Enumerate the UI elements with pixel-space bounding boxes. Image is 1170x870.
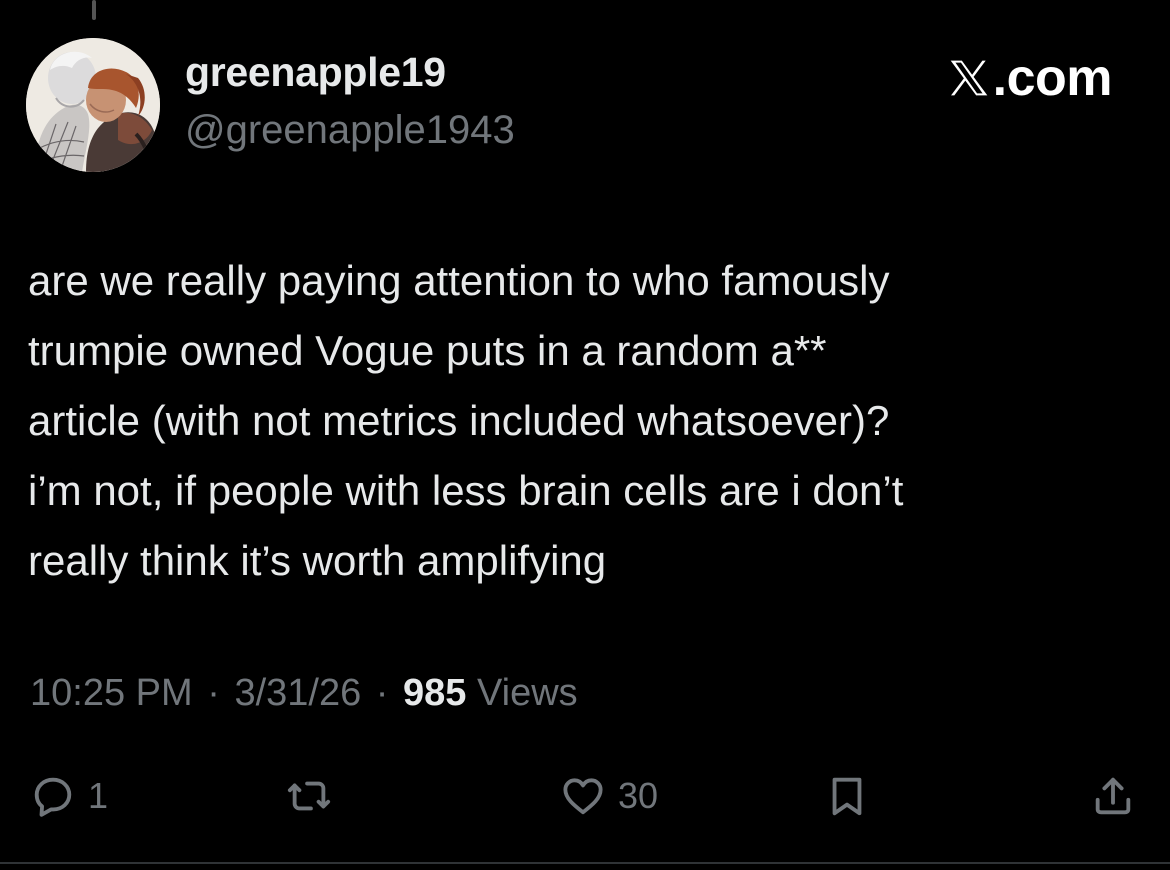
avatar-illustration xyxy=(26,38,160,172)
views-label[interactable]: Views xyxy=(477,672,578,714)
tweet-line: i’m not, if people with less brain cells… xyxy=(28,467,904,514)
reply-icon xyxy=(34,777,72,817)
reply-count: 1 xyxy=(88,775,109,816)
retweet-icon xyxy=(287,781,331,811)
x-logo-icon xyxy=(950,60,987,96)
bookmark-icon xyxy=(832,777,862,816)
heart-icon xyxy=(563,778,603,815)
tweet-action-bar: 1 30 xyxy=(0,764,1170,828)
tweet-line: are we really paying attention to who fa… xyxy=(28,257,890,304)
share-icon xyxy=(1095,777,1131,815)
like-count: 30 xyxy=(618,775,659,816)
tweet-body: are we really paying attention to who fa… xyxy=(28,246,1148,596)
reply-button[interactable]: 1 xyxy=(30,764,108,828)
avatar[interactable] xyxy=(26,38,160,172)
brand-domain-text: .com xyxy=(992,49,1113,107)
author-handle[interactable]: @greenapple1943 xyxy=(185,110,515,150)
author-display-name[interactable]: greenapple19 xyxy=(185,52,446,93)
share-button[interactable] xyxy=(1090,764,1136,828)
tweet-time[interactable]: 10:25 PM xyxy=(30,672,193,714)
tweet-metadata: 10:25 PM · 3/31/26 · 985 Views xyxy=(30,674,578,712)
thread-connector-line xyxy=(92,0,96,20)
tweet-line: trumpie owned Vogue puts in a random a** xyxy=(28,327,827,374)
retweet-button[interactable] xyxy=(286,764,332,828)
divider xyxy=(0,862,1170,864)
tweet-line: article (with not metrics included whats… xyxy=(28,397,890,444)
tweet-date[interactable]: 3/31/26 xyxy=(234,672,361,714)
tweet-line: really think it’s worth amplifying xyxy=(28,537,607,584)
x-brand-logo: .com xyxy=(947,49,1113,107)
meta-separator: · xyxy=(375,672,389,714)
bookmark-button[interactable] xyxy=(824,764,870,828)
views-count[interactable]: 985 xyxy=(403,672,466,714)
like-button[interactable]: 30 xyxy=(560,764,658,828)
meta-separator: · xyxy=(207,672,220,714)
